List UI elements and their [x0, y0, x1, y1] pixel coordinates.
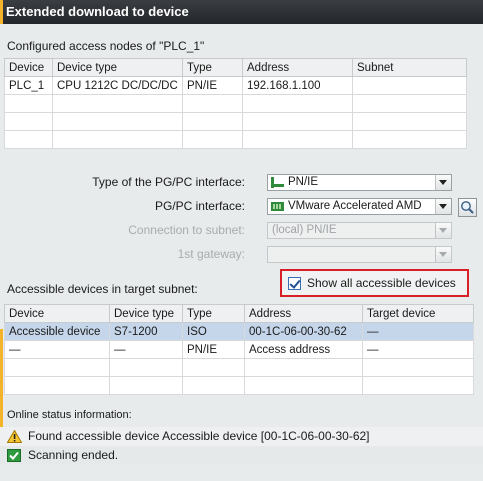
- table-row[interactable]: PLC_1 CPU 1212C DC/DC/DC PN/IE 192.168.1…: [4, 76, 467, 95]
- pgpc-interface-label: PG/PC interface:: [154, 199, 245, 213]
- column-header[interactable]: Address: [244, 304, 363, 323]
- table-row-empty: [4, 112, 467, 131]
- table-row[interactable]: — — PN/IE Access address —: [4, 340, 474, 359]
- table-cell: —: [362, 340, 474, 359]
- table-cell: —: [362, 322, 474, 341]
- configured-heading: Configured access nodes of "PLC_1": [7, 39, 205, 53]
- online-status-heading: Online status information:: [7, 409, 132, 421]
- column-header[interactable]: Type: [182, 58, 243, 77]
- table-header-row: Device Device type Type Address Subnet: [4, 58, 467, 77]
- chevron-down-icon[interactable]: [435, 175, 451, 190]
- show-all-devices-option[interactable]: Show all accessible devices: [280, 269, 469, 297]
- interface-properties-button[interactable]: [458, 198, 477, 217]
- magnifier-icon: [461, 201, 474, 214]
- status-message-text: Scanning ended.: [28, 448, 119, 462]
- table-cell: PLC_1: [4, 76, 53, 95]
- column-header[interactable]: Device: [4, 58, 53, 77]
- table-cell: —: [109, 340, 183, 359]
- table-cell: Access address: [244, 340, 363, 359]
- column-header[interactable]: Address: [242, 58, 353, 77]
- configured-nodes-table: Device Device type Type Address Subnet P…: [4, 58, 467, 149]
- connection-subnet-label: Connection to subnet:: [128, 223, 245, 237]
- column-header[interactable]: Type: [182, 304, 245, 323]
- interface-type-select[interactable]: PN/IE: [267, 174, 452, 191]
- interface-type-label: Type of the PG/PC interface:: [92, 175, 245, 189]
- table-cell: PN/IE: [182, 76, 243, 95]
- table-cell: 192.168.1.100: [242, 76, 353, 95]
- first-gateway-select: [267, 246, 452, 263]
- column-header[interactable]: Device type: [109, 304, 183, 323]
- column-header[interactable]: Subnet: [352, 58, 467, 77]
- table-row-selected[interactable]: Accessible device S7-1200 ISO 00-1C-06-0…: [4, 322, 474, 341]
- table-cell: Accessible device: [4, 322, 110, 341]
- table-row-empty: [4, 376, 474, 395]
- table-accent-bar: [0, 329, 3, 429]
- table-cell: 00-1C-06-00-30-62: [244, 322, 363, 341]
- table-header-row: Device Device type Type Address Target d…: [4, 304, 474, 323]
- table-cell: [352, 76, 467, 95]
- interface-type-value: PN/IE: [288, 176, 319, 188]
- dialog-title: Extended download to device: [6, 4, 189, 19]
- title-accent: [0, 0, 3, 24]
- connection-subnet-value: (local) PN/IE: [272, 224, 337, 236]
- pgpc-interface-value: VMware Accelerated AMD: [288, 200, 422, 212]
- network-adapter-icon: [271, 202, 284, 211]
- column-header[interactable]: Target device: [362, 304, 474, 323]
- table-row-empty: [4, 358, 474, 377]
- table-cell: ISO: [182, 322, 245, 341]
- column-header[interactable]: Device: [4, 304, 110, 323]
- connection-subnet-select: (local) PN/IE: [267, 222, 452, 239]
- table-row-empty: [4, 130, 467, 149]
- chevron-down-icon: [435, 247, 451, 262]
- accessible-devices-table: Device Device type Type Address Target d…: [4, 304, 474, 395]
- status-message-text: Found accessible device Accessible devic…: [28, 429, 370, 443]
- column-header[interactable]: Device type: [52, 58, 183, 77]
- table-row-empty: [4, 94, 467, 113]
- status-message: Found accessible device Accessible devic…: [0, 427, 483, 446]
- table-cell: CPU 1212C DC/DC/DC: [52, 76, 183, 95]
- dialog-body: Configured access nodes of "PLC_1" Devic…: [0, 24, 483, 481]
- show-all-checkbox[interactable]: [288, 277, 301, 290]
- show-all-label: Show all accessible devices: [307, 276, 456, 290]
- warning-icon: [7, 430, 22, 443]
- dialog-title-bar: Extended download to device: [0, 0, 483, 24]
- pgpc-interface-select[interactable]: VMware Accelerated AMD: [267, 198, 452, 215]
- table-cell: S7-1200: [109, 322, 183, 341]
- table-cell: PN/IE: [182, 340, 245, 359]
- first-gateway-label: 1st gateway:: [177, 247, 245, 261]
- status-message: Scanning ended.: [0, 446, 483, 465]
- check-icon: [7, 449, 21, 462]
- table-cell: —: [4, 340, 110, 359]
- accessible-heading: Accessible devices in target subnet:: [7, 282, 198, 296]
- network-icon: [271, 177, 284, 188]
- chevron-down-icon[interactable]: [435, 199, 451, 214]
- chevron-down-icon: [435, 223, 451, 238]
